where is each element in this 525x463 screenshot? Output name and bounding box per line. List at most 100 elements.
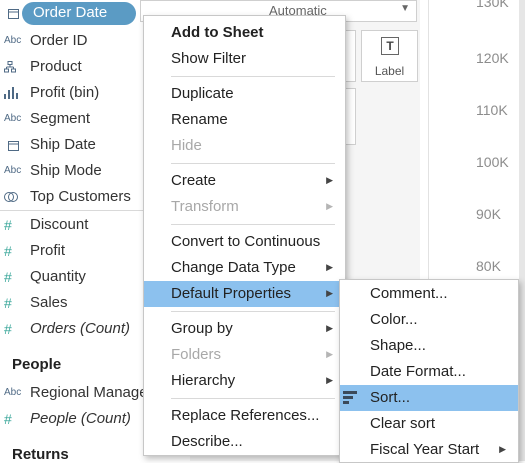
menu-item-label: Hierarchy [171,372,236,389]
menu-separator [171,163,335,164]
field-label: Top Customers [30,188,131,205]
field-label: Ship Date [30,136,96,153]
section-people: People [12,356,62,373]
menu-item-rename[interactable]: Rename [144,107,345,133]
menu-item-label: Group by [171,320,233,337]
field-label: Orders (Count) [30,320,131,337]
menu-item-label: Change Data Type [171,259,296,276]
axis-tick-label: 80K [476,258,501,274]
abc-string-icon: Abc [4,165,22,176]
chevron-right-icon: ▶ [326,262,333,272]
menu-item-label: Duplicate [171,85,234,102]
scrollbar[interactable] [519,0,525,461]
section-returns: Returns [12,446,69,463]
submenu-item-shape[interactable]: Shape... [340,333,518,359]
calendar-icon [8,132,30,158]
label-button[interactable]: T Label [361,30,418,82]
menu-item-label: Rename [171,111,228,128]
menu-item-label: Folders [171,346,222,363]
menu-item-group-by[interactable]: Group by ▶ [144,316,345,342]
menu-item-transform: Transform ▶ [144,194,345,220]
menu-item-label: Fiscal Year Start [370,441,480,458]
menu-item-label: Default Properties [171,285,292,302]
menu-item-label: Clear sort [370,415,436,432]
field-label: Profit (bin) [30,84,100,101]
menu-separator [171,398,335,399]
chevron-right-icon: ▶ [326,375,333,385]
chevron-right-icon: ▶ [326,175,333,185]
menu-item-change-data-type[interactable]: Change Data Type ▶ [144,255,345,281]
set-icon [4,184,26,210]
chevron-right-icon: ▶ [499,444,506,454]
axis-tick-label: 130K [476,0,509,10]
menu-item-label: Replace References... [171,407,320,424]
menu-item-convert-to-continuous[interactable]: Convert to Continuous [144,229,345,255]
histogram-icon [4,80,26,106]
menu-item-label: Sort... [370,389,411,406]
menu-item-show-filter[interactable]: Show Filter [144,46,345,72]
menu-item-label: Transform [171,198,239,215]
menu-item-label: Date Format... [370,363,466,380]
number-icon: # [4,411,12,427]
field-label: Sales [30,294,68,311]
menu-item-hierarchy[interactable]: Hierarchy ▶ [144,368,345,394]
menu-item-duplicate[interactable]: Duplicate [144,81,345,107]
menu-separator [171,224,335,225]
text-label-icon: T [381,37,399,55]
menu-item-create[interactable]: Create ▶ [144,168,345,194]
axis-tick-label: 110K [476,102,508,118]
submenu-item-fiscal-year-start[interactable]: Fiscal Year Start ▶ [340,437,518,463]
field-label: Order ID [30,32,88,49]
field-label: Discount [30,216,89,233]
menu-separator [171,311,335,312]
calendar-icon [8,0,30,26]
chevron-right-icon: ▶ [326,288,333,298]
number-icon: # [4,243,12,259]
menu-separator [171,76,335,77]
axis-tick-label: 90K [476,206,501,222]
submenu-item-date-format[interactable]: Date Format... [340,359,518,385]
menu-item-label: Color... [370,311,418,328]
chevron-right-icon: ▶ [326,349,333,359]
label-button-text: Label [374,64,405,78]
chevron-right-icon: ▶ [326,323,333,333]
field-label: Regional Manager [30,384,153,401]
number-icon: # [4,295,12,311]
menu-item-label: Convert to Continuous [171,233,321,250]
menu-item-folders: Folders ▶ [144,342,345,368]
field-label: Segment [30,110,91,127]
menu-item-label: Create [171,172,217,189]
number-icon: # [4,321,12,337]
menu-item-default-properties[interactable]: Default Properties ▶ [144,281,345,307]
field-label: Order Date [33,4,108,21]
menu-item-replace-references[interactable]: Replace References... [144,403,345,429]
submenu-item-comment[interactable]: Comment... [340,281,518,307]
menu-item-add-to-sheet[interactable]: Add to Sheet [144,20,345,46]
submenu-item-color[interactable]: Color... [340,307,518,333]
field-label: People (Count) [30,410,131,427]
chevron-down-icon: ▼ [400,3,410,14]
menu-item-label: Describe... [171,433,243,450]
field-label: Profit [30,242,66,259]
submenu-item-sort[interactable]: Sort... [340,385,518,411]
context-menu: Add to Sheet Show Filter Duplicate Renam… [143,15,346,456]
field-label: Product [30,58,82,75]
axis-tick-label: 100K [476,154,509,170]
menu-item-hide: Hide [144,133,345,159]
submenu-item-clear-sort[interactable]: Clear sort [340,411,518,437]
menu-item-describe[interactable]: Describe... [144,429,345,455]
menu-item-label: Comment... [370,285,448,302]
number-icon: # [4,217,12,233]
menu-item-label: Show Filter [171,50,247,67]
hierarchy-icon [4,54,26,80]
abc-string-icon: Abc [4,35,22,46]
menu-item-label: Shape... [370,337,426,354]
menu-item-label: Add to Sheet [171,24,264,41]
axis-tick-label: 120K [476,50,509,66]
sort-icon [343,391,357,405]
abc-string-icon: Abc [4,387,22,398]
field-label: Quantity [30,268,86,285]
number-icon: # [4,269,12,285]
chevron-right-icon: ▶ [326,201,333,211]
field-label: Ship Mode [30,162,102,179]
